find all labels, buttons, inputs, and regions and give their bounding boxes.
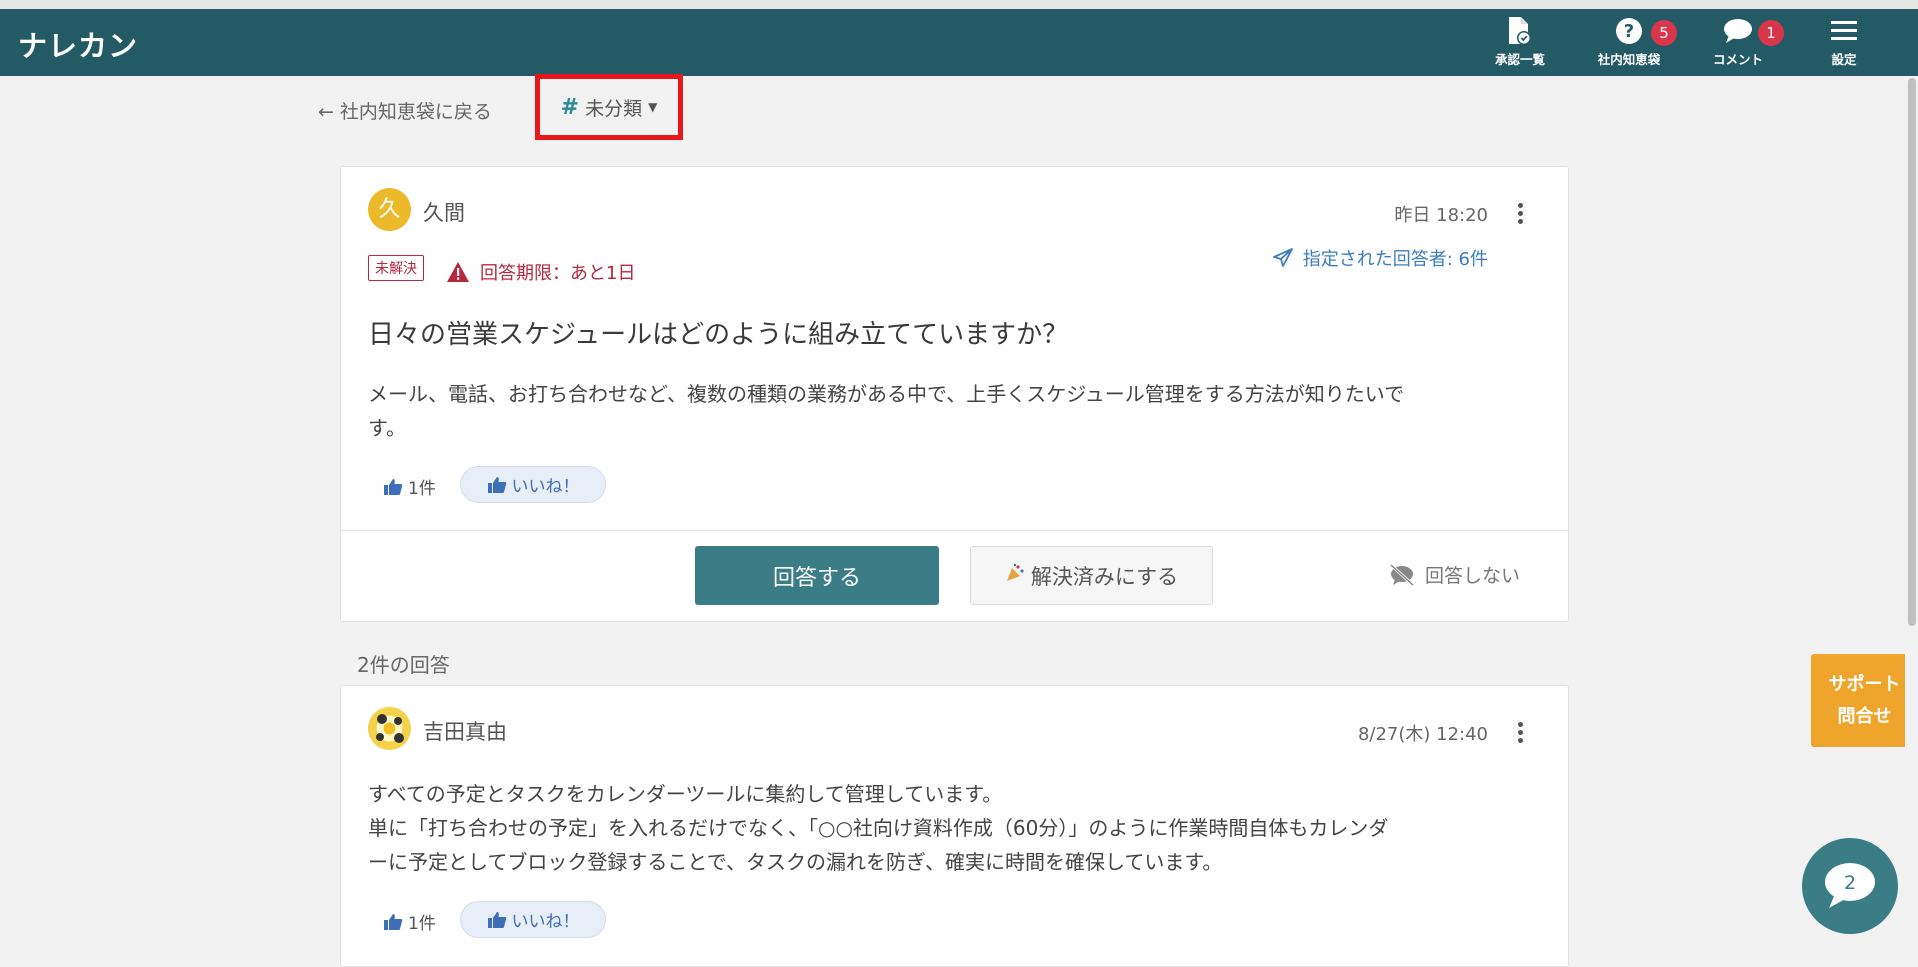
nav-knowledge[interactable]: ? 社内知恵袋 5 [1579, 15, 1679, 75]
like-count-text: 1件 [408, 479, 436, 499]
thumbs-up-icon [384, 913, 403, 930]
question-body-line: す。 [368, 416, 406, 440]
divider [341, 530, 1568, 531]
hamburger-menu-icon [1794, 15, 1894, 47]
nav-knowledge-label: 社内知恵袋 [1597, 52, 1661, 67]
app-header: ナレカン 承認一覧 ? 社内知恵袋 5 コメント 1 設定 [0, 9, 1918, 76]
avatar[interactable]: 久 [368, 188, 411, 231]
assigned-respondents-link[interactable]: 指定された回答者: 6件 [1272, 245, 1488, 271]
support-label-line: 問合せ [1837, 705, 1892, 727]
chat-badge: 2 [1843, 872, 1857, 894]
answer-card: 吉田真由 8/27(木) 12:40 すべての予定とタスクをカレンダーツールに集… [340, 685, 1569, 967]
question-body: メール、電話、お打ち合わせなど、複数の種類の業務がある中で、上手くスケジュール管… [368, 377, 1518, 445]
answer-body-line: 単に「打ち合わせの予定」を入れるだけでなく、「○○社向け資料作成（60分）」のよ… [368, 816, 1389, 840]
chat-launcher-button[interactable]: 2 [1802, 838, 1898, 934]
support-label-line: サポート [1828, 673, 1901, 695]
paper-plane-icon [1272, 248, 1293, 267]
arrow-left-icon: ← [318, 101, 334, 123]
status-badge: 未解決 [368, 255, 424, 281]
kebab-menu-icon[interactable] [1518, 203, 1524, 227]
scrollbar-thumb[interactable] [1908, 78, 1916, 626]
party-popper-icon [1005, 563, 1025, 588]
back-label: 社内知恵袋に戻る [339, 101, 492, 123]
no-answer-button[interactable]: 回答しない [1389, 561, 1520, 588]
like-button[interactable]: いいね！ [460, 901, 606, 938]
deadline-text: 回答期限：あと1日 [480, 263, 636, 284]
answer-body-line: すべての予定とタスクをカレンダーツールに集約して管理しています。 [368, 782, 1003, 806]
app-logo[interactable]: ナレカン [18, 23, 138, 65]
assigned-text: 指定された回答者: 6件 [1302, 249, 1488, 270]
nav-comments-label: コメント [1712, 52, 1763, 67]
nav-approvals[interactable]: 承認一覧 [1470, 15, 1570, 75]
answer-button[interactable]: 回答する [695, 546, 939, 605]
category-dropdown[interactable]: # 未分類 ▼ [535, 74, 683, 140]
document-check-icon [1470, 15, 1570, 47]
comments-badge: 1 [1758, 20, 1784, 46]
like-button-label: いいね！ [511, 912, 580, 932]
nav-comments[interactable]: コメント 1 [1688, 15, 1788, 75]
nav-approvals-label: 承認一覧 [1494, 52, 1545, 67]
knowledge-badge: 5 [1651, 20, 1677, 46]
like-count: 1件 [383, 474, 436, 499]
question-title: 日々の営業スケジュールはどのように組み立てていますか？ [368, 320, 1069, 350]
like-button[interactable]: いいね！ [460, 466, 606, 503]
question-time: 昨日 18:20 [1394, 205, 1488, 226]
answer-body-line: ーに予定としてブロック登録することで、タスクの漏れを防ぎ、確実に時間を確保してい… [368, 850, 1223, 874]
thumbs-up-icon [487, 911, 506, 928]
avatar[interactable] [368, 707, 411, 750]
warning-icon [447, 262, 469, 282]
mark-resolved-label: 解決済みにする [1030, 564, 1179, 589]
mark-resolved-button[interactable]: 解決済みにする [970, 546, 1213, 605]
hashtag-icon: # [560, 94, 580, 120]
nav-settings-label: 設定 [1831, 52, 1857, 67]
category-label: 未分類 [585, 97, 643, 120]
thumbs-up-icon [384, 478, 403, 495]
like-count: 1件 [383, 909, 436, 934]
caret-down-icon: ▼ [648, 100, 658, 114]
like-button-label: いいね！ [511, 477, 580, 497]
thumbs-up-icon [487, 476, 506, 493]
answer-time: 8/27(木) 12:40 [1357, 724, 1488, 745]
answers-heading: 2件の回答 [357, 653, 450, 677]
deadline-warning: 回答期限：あと1日 [446, 259, 635, 285]
answer-author[interactable]: 吉田真由 [423, 716, 507, 746]
question-author[interactable]: 久間 [423, 197, 465, 227]
question-body-line: メール、電話、お打ち合わせなど、複数の種類の業務がある中で、上手くスケジュール管… [368, 382, 1405, 406]
kebab-menu-icon[interactable] [1518, 722, 1524, 746]
answer-body: すべての予定とタスクをカレンダーツールに集約して管理しています。 単に「打ち合わ… [368, 777, 1518, 879]
comment-slash-icon [1389, 563, 1415, 586]
back-to-knowledge-link[interactable]: ← 社内知恵袋に戻る [318, 97, 492, 124]
nav-settings[interactable]: 設定 [1794, 15, 1894, 75]
support-contact-button[interactable]: サポート 問合せ [1811, 654, 1918, 747]
question-card: 久 久間 昨日 18:20 未解決 回答期限：あと1日 指定された回答者: 6件… [340, 166, 1569, 622]
browser-top-strip [0, 0, 1918, 9]
like-count-text: 1件 [408, 914, 436, 934]
svg-text:?: ? [1624, 21, 1634, 42]
no-answer-label: 回答しない [1425, 565, 1521, 587]
